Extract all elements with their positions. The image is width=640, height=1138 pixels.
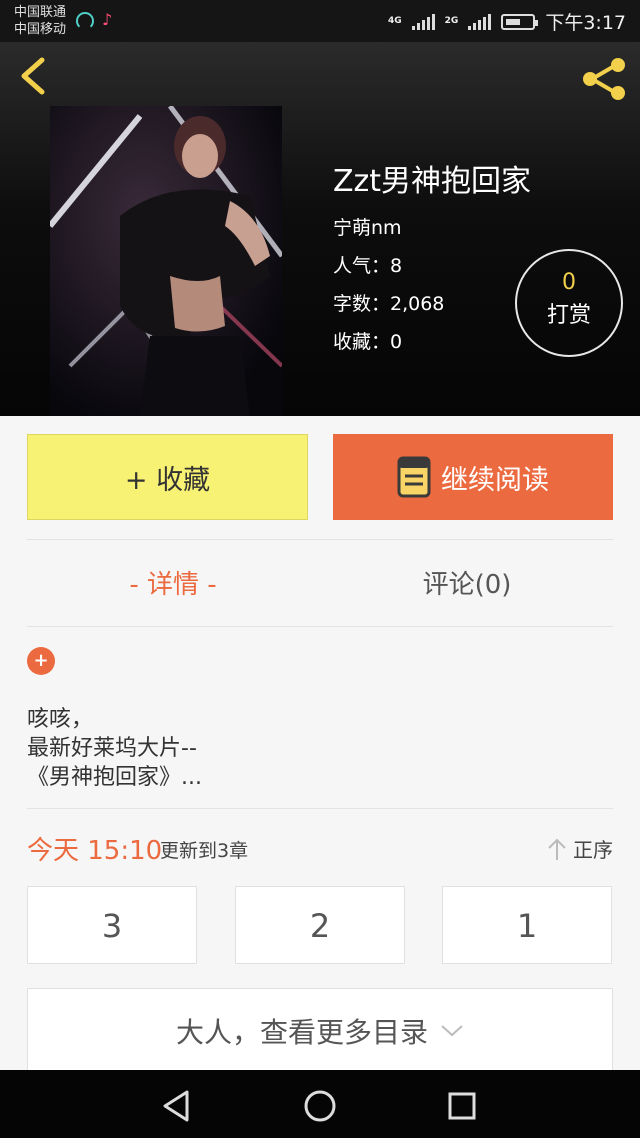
sort-label: 正序 [573,838,613,862]
status-time: 下午3:17 [545,12,626,34]
divider [27,539,613,540]
status-bar: 中国联通 中国移动 ♪ 4G 2G 下午3:17 [0,0,640,42]
headset-icon [76,12,94,30]
share-icon[interactable] [578,56,630,102]
expand-description-button[interactable]: + [27,647,55,675]
arrow-up-icon [548,838,566,860]
chevron-down-icon [441,1025,463,1037]
back-icon[interactable] [14,54,58,98]
favorite-button[interactable]: + 收藏 [27,434,308,520]
description-line-3: 《男神抱回家》... [27,765,202,790]
signal-icon-1 [411,13,435,30]
network-4g-label: 4G [388,16,402,26]
chapter-button[interactable]: 1 [442,886,612,964]
update-text: 更新到3章 [160,840,249,862]
nav-back-icon[interactable] [157,1086,197,1126]
reward-button[interactable]: 0 打赏 [515,249,623,357]
book-word-count: 字数：2,068 [333,293,445,315]
carrier-1: 中国联通 [14,5,67,20]
carrier-2: 中国移动 [14,22,67,37]
book-meta: 宁萌nm 人气：8 字数：2,068 收藏：0 [333,210,531,362]
description-line-2: 最新好莱坞大片-- [27,736,197,761]
continue-reading-label: 继续阅读 [441,464,549,496]
book-icon [397,456,431,498]
sort-toggle[interactable]: 正序 [547,834,613,863]
book-favorites: 收藏：0 [333,331,403,353]
status-right: 4G 2G 下午3:17 [388,8,626,35]
reward-label: 打赏 [546,303,591,328]
divider [27,808,613,809]
more-chapters-label: 大人，查看更多目录 [175,1016,428,1049]
chapter-button[interactable]: 3 [27,886,197,964]
signal-icon-2 [468,13,492,30]
description-line-1: 咳咳， [27,707,94,732]
divider [27,626,613,627]
tiktok-icon: ♪ [102,10,113,29]
favorite-label: + 收藏 [124,464,211,496]
book-info: Zzt男神抱回家 宁萌nm 人气：8 字数：2,068 收藏：0 [333,162,531,362]
tab-detail[interactable]: - 详情 - [27,560,319,610]
book-description: 咳咳， 最新好莱坞大片-- 《男神抱回家》... [27,705,202,792]
chapter-button[interactable]: 2 [235,886,405,964]
nav-recents-icon[interactable] [442,1086,482,1126]
more-chapters-button[interactable]: 大人，查看更多目录 [27,988,613,1074]
continue-reading-button[interactable]: 继续阅读 [333,434,613,520]
book-header: Zzt男神抱回家 宁萌nm 人气：8 字数：2,068 收藏：0 0 打赏 [0,42,640,416]
book-cover-image[interactable] [50,106,282,416]
book-title: Zzt男神抱回家 [333,164,532,199]
reward-count: 0 [562,270,576,295]
book-author[interactable]: 宁萌nm [333,210,531,248]
book-popularity: 人气：8 [333,255,403,277]
battery-icon [501,13,539,30]
network-2g-label: 2G [444,16,459,26]
carrier-labels: 中国联通 中国移动 [14,4,66,38]
update-row: 今天 15:10 更新到3章 正序 [27,828,613,868]
system-nav-bar [0,1070,640,1138]
update-time: 今天 15:10 [27,836,163,866]
tab-comments[interactable]: 评论(0) [321,560,613,610]
nav-home-icon[interactable] [300,1086,340,1126]
